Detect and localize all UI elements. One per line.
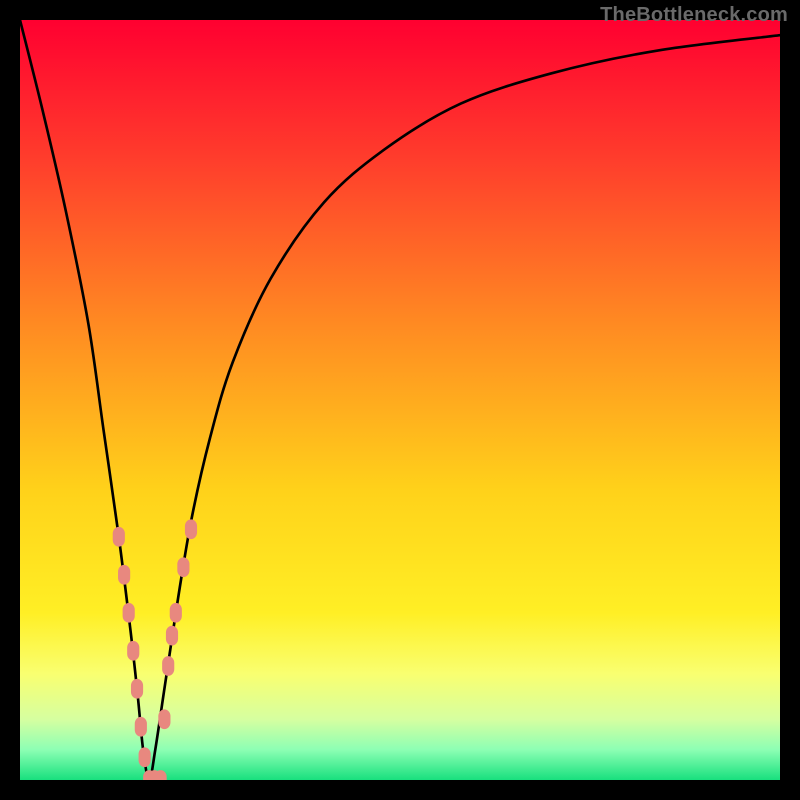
curve-marker (158, 709, 170, 729)
curve-marker (162, 656, 174, 676)
curve-marker (177, 557, 189, 577)
curve-marker (135, 717, 147, 737)
curve-marker (113, 527, 125, 547)
bottleneck-curve (20, 20, 780, 780)
curve-markers (113, 519, 197, 780)
curve-marker (131, 679, 143, 699)
curve-marker (166, 626, 178, 646)
curve-marker (118, 565, 130, 585)
curve-marker (123, 603, 135, 623)
curve-marker (139, 747, 151, 767)
watermark-text: TheBottleneck.com (600, 4, 788, 27)
curve-marker (127, 641, 139, 661)
plot-area (20, 20, 780, 780)
outer-black-frame: TheBottleneck.com (0, 0, 800, 800)
curve-marker (170, 603, 182, 623)
curve-marker (185, 519, 197, 539)
